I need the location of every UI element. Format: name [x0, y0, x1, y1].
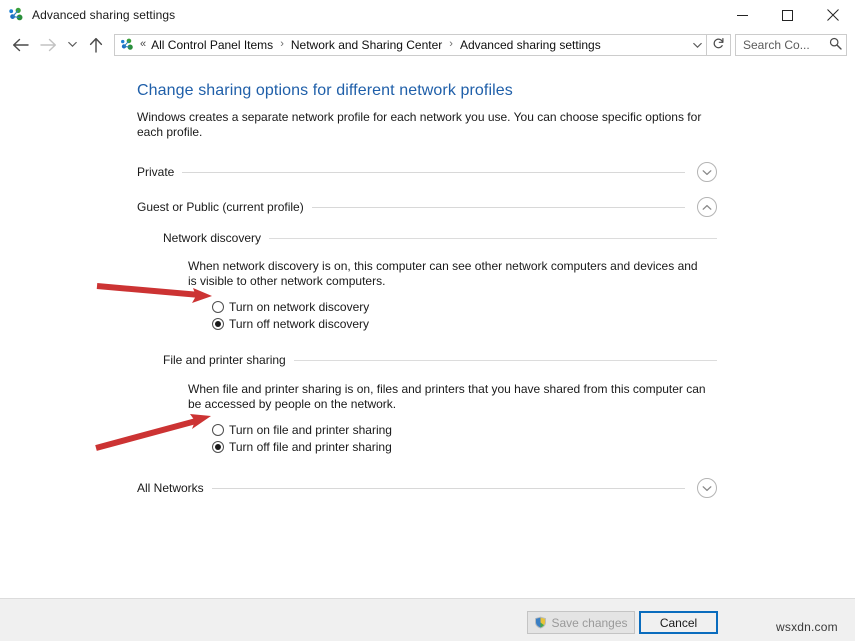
radio-icon[interactable] [212, 423, 224, 436]
cancel-label: Cancel [659, 615, 698, 630]
breadcrumb-separator[interactable]: › [274, 39, 290, 50]
search-input[interactable]: Search Co... [743, 38, 829, 52]
chevron-down-icon [692, 38, 702, 52]
address-dropdown-button[interactable] [688, 35, 706, 55]
radio-icon-selected[interactable] [212, 317, 224, 330]
breadcrumb-item-all-control-panel-items[interactable]: All Control Panel Items [150, 38, 274, 52]
section-file-and-printer-sharing: File and printer sharing [163, 353, 717, 367]
divider [182, 171, 685, 173]
radio-label: Turn on network discovery [229, 299, 370, 314]
save-changes-button[interactable]: Save changes [527, 611, 635, 634]
navigation-bar: « All Control Panel Items › Network and … [0, 30, 855, 59]
profile-section-guest-or-public[interactable]: Guest or Public (current profile) [137, 196, 717, 218]
profile-label-guest-or-public: Guest or Public (current profile) [137, 200, 304, 214]
breadcrumb-separator[interactable]: › [443, 39, 459, 50]
divider [269, 237, 717, 239]
chevron-down-icon [67, 41, 77, 48]
section-network-discovery: Network discovery [163, 231, 717, 245]
radio-turn-off-file-and-printer-sharing[interactable]: Turn off file and printer sharing [212, 438, 855, 455]
radio-turn-on-file-and-printer-sharing[interactable]: Turn on file and printer sharing [212, 421, 855, 438]
radio-group-file-and-printer-sharing: Turn on file and printer sharing Turn of… [212, 421, 855, 455]
maximize-icon [782, 9, 793, 21]
up-arrow-icon [89, 37, 103, 53]
radio-icon-selected[interactable] [212, 440, 224, 453]
chevron-down-icon[interactable] [697, 478, 717, 498]
page-description: Windows creates a separate network profi… [137, 110, 702, 139]
profile-section-private[interactable]: Private [137, 161, 717, 183]
profile-label-all-networks: All Networks [137, 481, 204, 495]
refresh-icon [712, 37, 725, 53]
window-controls [720, 0, 855, 30]
search-box[interactable]: Search Co... [735, 33, 847, 56]
recent-locations-button[interactable] [62, 33, 82, 57]
window-title-bar: Advanced sharing settings [0, 0, 855, 30]
main-content: Change sharing options for different net… [0, 59, 855, 611]
breadcrumb-overflow[interactable]: « [140, 39, 150, 50]
divider [293, 359, 717, 361]
section-title-network-discovery: Network discovery [163, 231, 262, 245]
breadcrumb-item-advanced-sharing-settings[interactable]: Advanced sharing settings [459, 38, 602, 52]
watermark: wsxdn.com [776, 620, 838, 634]
radio-group-network-discovery: Turn on network discovery Turn off netwo… [212, 298, 855, 332]
section-title-file-and-printer-sharing: File and printer sharing [163, 353, 286, 367]
address-bar[interactable]: « All Control Panel Items › Network and … [114, 33, 707, 56]
chevron-up-icon[interactable] [697, 197, 717, 217]
minimize-icon [737, 10, 748, 21]
profile-section-all-networks[interactable]: All Networks [137, 477, 717, 499]
dialog-footer [0, 598, 855, 641]
close-button[interactable] [810, 0, 855, 30]
minimize-button[interactable] [720, 0, 765, 30]
maximize-button[interactable] [765, 0, 810, 30]
radio-turn-off-network-discovery[interactable]: Turn off network discovery [212, 315, 855, 332]
radio-turn-on-network-discovery[interactable]: Turn on network discovery [212, 298, 855, 315]
up-button[interactable] [82, 33, 110, 57]
network-sharing-icon [7, 6, 25, 24]
close-icon [826, 9, 839, 21]
radio-label: Turn on file and printer sharing [229, 422, 392, 437]
divider [311, 206, 685, 208]
cancel-button[interactable]: Cancel [639, 611, 718, 634]
window-title: Advanced sharing settings [32, 8, 176, 22]
section-description-network-discovery: When network discovery is on, this compu… [188, 259, 698, 288]
forward-arrow-icon [39, 38, 57, 52]
back-button[interactable] [6, 33, 34, 57]
section-description-file-and-printer-sharing: When file and printer sharing is on, fil… [188, 382, 706, 411]
refresh-button[interactable] [707, 33, 731, 56]
chevron-down-icon[interactable] [697, 162, 717, 182]
forward-button [34, 33, 62, 57]
uac-shield-icon [534, 616, 547, 629]
breadcrumb-item-network-and-sharing-center[interactable]: Network and Sharing Center [290, 38, 443, 52]
search-icon[interactable] [829, 37, 842, 53]
save-changes-label: Save changes [551, 615, 628, 630]
radio-label: Turn off file and printer sharing [229, 439, 392, 454]
radio-icon[interactable] [212, 300, 224, 313]
network-sharing-icon [119, 37, 135, 53]
breadcrumb: « All Control Panel Items › Network and … [140, 38, 688, 52]
profile-label-private: Private [137, 165, 175, 179]
page-title: Change sharing options for different net… [137, 82, 513, 99]
radio-label: Turn off network discovery [229, 316, 370, 331]
divider [211, 487, 685, 489]
back-arrow-icon [12, 38, 29, 52]
